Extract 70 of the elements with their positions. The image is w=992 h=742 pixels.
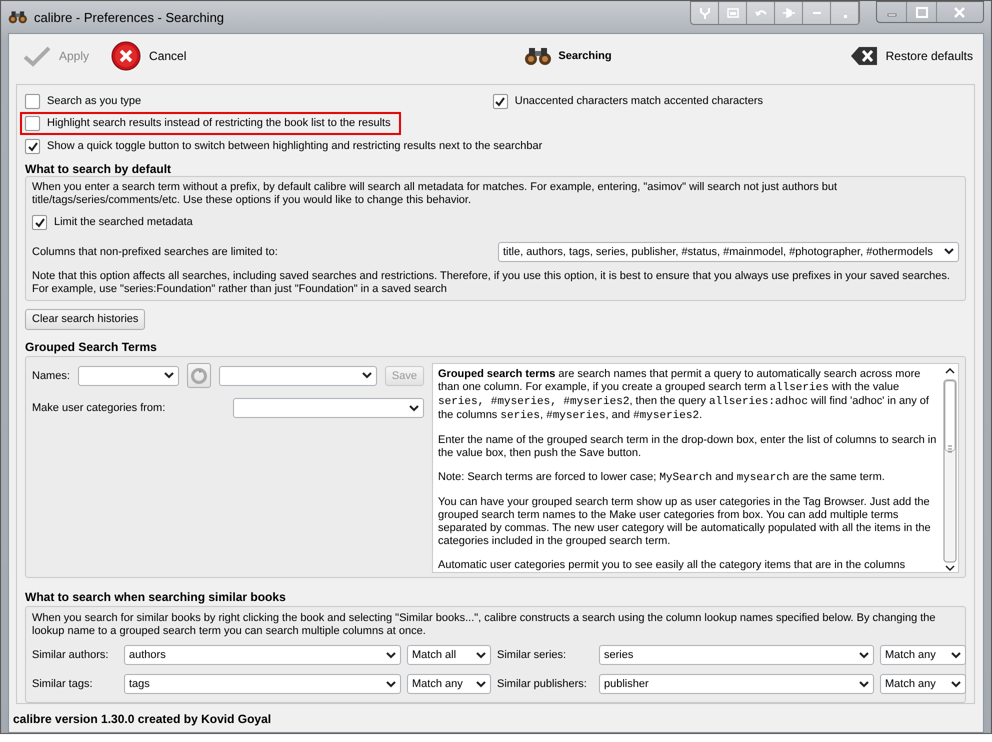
clear-histories-button[interactable]: Clear search histories xyxy=(25,308,146,330)
field-label: Columns that non-prefixed searches are limited to: xyxy=(32,246,278,258)
caret-icon xyxy=(476,652,486,658)
field-label: Names: xyxy=(32,370,70,382)
binoculars-icon xyxy=(8,10,28,24)
checkbox[interactable] xyxy=(492,94,508,109)
help-paragraph: Grouped search terms are search names that permit a query to automatically search across more than one column. For example, if you create a grouped search term allseries with the value series, #myseries, #myseries2, then the query allseries:adhoc will find 'adhoc' in any of the columns series, #myseries, and #myseries2. xyxy=(438,368,930,423)
field-label: Similar publishers: xyxy=(497,678,588,690)
checkbox[interactable] xyxy=(32,214,47,230)
checkbox-option[interactable]: Highlight search results instead of restricting the book list to the results xyxy=(25,116,391,131)
section-title: What to search when searching similar books xyxy=(25,590,287,604)
column-dropdown[interactable]: series xyxy=(599,645,874,665)
caret-icon xyxy=(951,680,961,688)
value-dropdown[interactable] xyxy=(218,366,377,386)
column-dropdown[interactable]: tags xyxy=(124,674,401,694)
checkbox-option[interactable]: Limit the searched metadata xyxy=(32,214,193,230)
window-icon[interactable] xyxy=(726,6,740,20)
caret-icon xyxy=(944,248,954,256)
binoculars-icon xyxy=(524,46,552,66)
caret-icon xyxy=(409,404,419,412)
column-dropdown[interactable]: publisher xyxy=(599,674,874,694)
maximize-icon[interactable] xyxy=(914,6,928,18)
match-dropdown[interactable]: Match all xyxy=(407,645,491,665)
caret-icon xyxy=(386,652,396,658)
checkbox-option[interactable]: Show a quick toggle button to switch between highlighting and restricting results next to the searchbar xyxy=(25,138,542,154)
match-dropdown[interactable]: Match any xyxy=(880,645,966,665)
caret-icon xyxy=(859,652,869,658)
caret-icon xyxy=(951,652,961,658)
field-label: Similar series: xyxy=(497,649,568,661)
plug-icon[interactable] xyxy=(782,6,796,20)
columns-dropdown[interactable]: title, authors, tags, series, publisher, #status, #mainmodel, #photographer, #othermodels xyxy=(498,242,959,262)
column-dropdown[interactable]: authors xyxy=(124,645,401,665)
field-label: Make user categories from: xyxy=(32,402,166,414)
section-title: What to search by default xyxy=(25,162,172,176)
close-icon[interactable] xyxy=(953,6,967,18)
version-text: calibre version 1.30.0 created by Kovid Goyal xyxy=(12,711,272,726)
checkbox[interactable] xyxy=(25,94,40,109)
checkmark-icon xyxy=(23,45,51,67)
checkbox-option[interactable]: Unaccented characters match accented characters xyxy=(492,94,763,109)
caret-icon xyxy=(476,680,486,688)
help-paragraph: You can have your grouped search term show up as user categories in the Tag Browser. Just add the grouped search term names to the Make user categories from box. You can add multiple terms separated by commas. The new user category will be automatically populated with all the items in the categories included in the grouped search term. xyxy=(438,496,932,548)
caret-icon xyxy=(164,372,174,379)
pin-icon[interactable] xyxy=(698,6,712,20)
caret-icon xyxy=(859,680,869,688)
note-text: Note that this option affects all searches, including saved searches and restrictions. Therefore, if you use this option, it is best to ensure that you always use prefixes in your saved searches. For example, use "series:Foundation" rather than just "Foundation" in a saved search xyxy=(32,270,951,296)
caret-icon xyxy=(362,372,372,379)
checkbox[interactable] xyxy=(25,116,40,131)
caret-icon xyxy=(386,680,396,688)
page-heading: Searching xyxy=(558,50,612,62)
cancel-button[interactable]: Cancel xyxy=(107,39,190,73)
match-dropdown[interactable]: Match any xyxy=(880,674,966,694)
field-label: Similar authors: xyxy=(32,649,110,661)
restore-defaults-button[interactable]: Restore defaults xyxy=(846,44,977,68)
help-paragraph: Enter the name of the grouped search term in the drop-down box, enter the list of columns to search in the value box, then push the Save button. xyxy=(438,434,937,460)
checkbox[interactable] xyxy=(25,138,40,154)
help-paragraph: Automatic user categories permit you to see easily all the category items that are in the columns xyxy=(438,559,906,572)
help-paragraph: Note: Search terms are forced to lower case; MySearch and mysearch are the same term. xyxy=(438,471,886,485)
names-dropdown[interactable] xyxy=(78,366,179,386)
categories-dropdown[interactable] xyxy=(233,398,424,418)
section-title: Grouped Search Terms xyxy=(25,340,158,354)
delete-button[interactable] xyxy=(186,363,211,388)
description-text: When you search for similar books by right clicking the book and selecting "Similar books...", calibre constructs a search using the column lookup names specified below. By changing the lookup name to a grouped search term you can search multiple columns at once. xyxy=(32,612,937,638)
match-dropdown[interactable]: Match any xyxy=(407,674,491,694)
backspace-icon xyxy=(850,46,878,66)
description-text: When you enter a search term without a prefix, by default calibre will search all metadata for matches. For example, entering, "asimov" will search not just authors but title/tags/series/comments/etc. Use these options if you would like to change this behavior. xyxy=(32,180,838,207)
close-circle-icon xyxy=(111,41,142,71)
field-label: Similar tags: xyxy=(32,678,94,690)
window-title: calibre - Preferences - Searching xyxy=(34,10,224,24)
checkbox-option[interactable]: Search as you type xyxy=(25,94,142,109)
recycle-icon xyxy=(190,368,207,384)
